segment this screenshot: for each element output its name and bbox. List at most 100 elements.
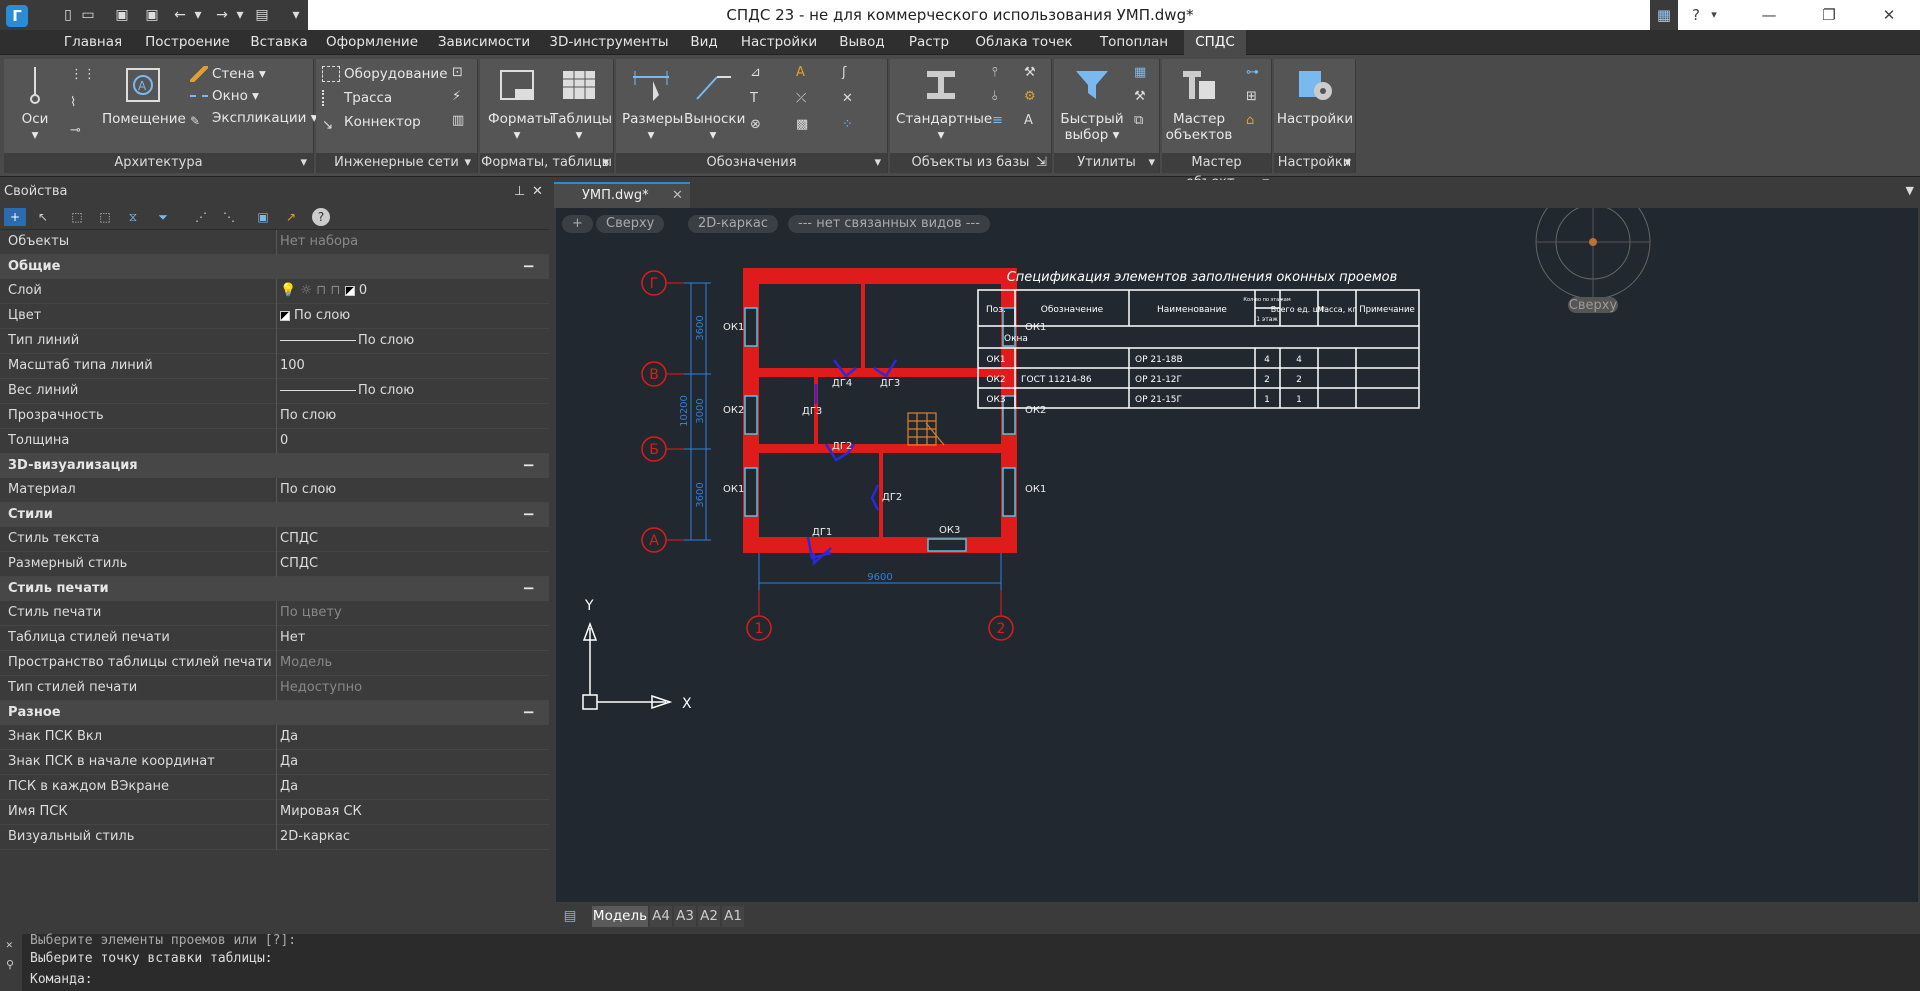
- help-button[interactable]: ?: [1684, 0, 1708, 30]
- property-value[interactable]: Да: [280, 754, 298, 769]
- property-row[interactable]: Масштаб типа линий 100: [0, 354, 549, 379]
- close-palette-icon[interactable]: ✕: [532, 180, 543, 204]
- select-similar-icon[interactable]: ⋰: [192, 208, 210, 226]
- panel-utilities-title[interactable]: Утилиты ▾: [1054, 153, 1159, 173]
- axes-button[interactable]: Оси ▾: [10, 65, 60, 143]
- link-util-icon[interactable]: ⧉: [1134, 113, 1152, 131]
- layout-list-icon[interactable]: ▤: [560, 906, 580, 927]
- master-tool-3-icon[interactable]: ⌂: [1246, 113, 1264, 131]
- property-value[interactable]: 0: [280, 433, 288, 448]
- tab-output[interactable]: Вывод: [834, 30, 890, 55]
- property-row[interactable]: Цвет По слою: [0, 304, 549, 329]
- collapse-icon[interactable]: −: [522, 257, 535, 275]
- dimensions-button[interactable]: Размеры ▾: [622, 65, 683, 143]
- property-row[interactable]: Слой 💡 ☼ ⊓ ⊓ 0: [0, 279, 549, 304]
- property-row[interactable]: Визуальный стиль 2D-каркас: [0, 825, 549, 850]
- property-value[interactable]: СПДС: [280, 556, 318, 571]
- break-line-icon[interactable]: ⤫: [796, 91, 814, 109]
- property-value[interactable]: По слою: [280, 383, 414, 398]
- axis-link-icon[interactable]: ⌇: [70, 95, 88, 113]
- section-header[interactable]: Разное −: [0, 701, 549, 725]
- fence-select-icon[interactable]: ⧖: [124, 208, 142, 226]
- tab-a4[interactable]: А4: [650, 906, 672, 927]
- property-row[interactable]: Размерный стиль СПДС: [0, 552, 549, 577]
- tab-insert[interactable]: Вставка: [246, 30, 312, 55]
- formats-button[interactable]: Форматы ▾: [488, 65, 553, 143]
- cmd-settings-icon[interactable]: ⚲: [6, 958, 14, 971]
- property-row[interactable]: Стиль текста СПДС: [0, 527, 549, 552]
- panel-architecture-title[interactable]: Архитектура ▾: [4, 153, 313, 173]
- doc-tab[interactable]: УМП.dwg* ✕: [554, 182, 690, 208]
- new-file-icon[interactable]: ▯: [60, 7, 76, 23]
- property-value[interactable]: По слою: [280, 408, 336, 423]
- tab-3d-tools[interactable]: 3D-инструменты: [546, 30, 672, 55]
- property-row[interactable]: Пространство таблицы стилей печати Модель: [0, 651, 549, 676]
- master-tool-2-icon[interactable]: ⊞: [1246, 89, 1264, 107]
- minimize-button[interactable]: —: [1746, 0, 1792, 30]
- shaft-icon[interactable]: ⚒: [1024, 65, 1042, 83]
- tab-a3[interactable]: А3: [674, 906, 696, 927]
- text-a-icon[interactable]: A: [796, 65, 814, 83]
- panel-engineering-title[interactable]: Инженерные сети ▾: [316, 153, 477, 173]
- eng-tool-2-icon[interactable]: ⚡: [452, 89, 470, 107]
- undo-dropdown-icon[interactable]: ▾: [190, 7, 206, 23]
- command-input[interactable]: Команда:: [30, 972, 1910, 987]
- property-value[interactable]: По слою: [280, 333, 414, 348]
- axis-mark-icon[interactable]: ⊸: [70, 123, 88, 141]
- property-row[interactable]: Толщина 0: [0, 429, 549, 454]
- hatch-icon[interactable]: ▩: [796, 117, 814, 135]
- property-value[interactable]: Модель: [280, 655, 332, 670]
- tab-settings[interactable]: Настройки: [736, 30, 822, 55]
- grid-axes-icon[interactable]: ⋮⋮: [70, 67, 96, 85]
- tab-spds[interactable]: СПДС: [1184, 30, 1246, 55]
- property-row[interactable]: Объекты Нет набора: [0, 230, 549, 255]
- window-select-icon[interactable]: ⬚: [68, 208, 86, 226]
- property-value[interactable]: Нет набора: [280, 234, 358, 249]
- collapse-icon[interactable]: −: [522, 505, 535, 523]
- property-value[interactable]: Да: [280, 729, 298, 744]
- nut-icon[interactable]: ⫰: [992, 89, 1010, 107]
- level-mark-icon[interactable]: ⊿: [750, 65, 768, 83]
- standard-button[interactable]: Стандартные ▾: [896, 65, 992, 143]
- gear-part-icon[interactable]: ⚙: [1024, 89, 1042, 107]
- section-header[interactable]: 3D-визуализация −: [0, 454, 549, 478]
- tab-view[interactable]: Вид: [684, 30, 724, 55]
- collapse-icon[interactable]: −: [522, 703, 535, 721]
- property-row[interactable]: Вес линий По слою: [0, 379, 549, 404]
- object-master-button[interactable]: Мастер объектов: [1164, 65, 1234, 143]
- help-dropdown-icon[interactable]: ▾: [1706, 0, 1722, 30]
- panel-base-objects-title[interactable]: Объекты из базы ⇲: [890, 153, 1051, 173]
- quick-props-icon[interactable]: ▣: [254, 208, 272, 226]
- property-row[interactable]: Имя ПСК Мировая СК: [0, 800, 549, 825]
- property-row[interactable]: Стиль печати По цвету: [0, 601, 549, 626]
- redo-icon[interactable]: →: [214, 7, 230, 23]
- pipe-icon[interactable]: ≡: [992, 113, 1010, 131]
- property-row[interactable]: Тип стилей печати Недоступно: [0, 676, 549, 701]
- grid-util-icon[interactable]: ▦: [1134, 65, 1152, 83]
- wall-button[interactable]: Стена ▾: [190, 63, 266, 85]
- node-icon[interactable]: ✕: [842, 91, 860, 109]
- tab-point-clouds[interactable]: Облака точек: [968, 30, 1080, 55]
- section-header[interactable]: Общие −: [0, 255, 549, 279]
- property-row[interactable]: Материал По слою: [0, 478, 549, 503]
- tab-build[interactable]: Построение: [140, 30, 235, 55]
- point-icon[interactable]: ⁘: [842, 117, 860, 135]
- help-icon[interactable]: ?: [312, 208, 330, 226]
- property-value[interactable]: Нет: [280, 630, 305, 645]
- property-value[interactable]: По цвету: [280, 605, 342, 620]
- select-objects-icon[interactable]: ↖: [34, 208, 52, 226]
- quick-select-button[interactable]: Быстрый выбор ▾: [1056, 65, 1128, 143]
- tab-constraints[interactable]: Зависимости: [434, 30, 534, 55]
- room-button[interactable]: A Помещение: [102, 65, 186, 127]
- qat-more-icon[interactable]: ▾: [288, 7, 304, 23]
- property-value[interactable]: СПДС: [280, 531, 318, 546]
- panel-formats-title[interactable]: Форматы, таблицы ▾: [480, 153, 613, 173]
- tab-home[interactable]: Главная: [58, 30, 128, 55]
- collapse-icon[interactable]: −: [522, 456, 535, 474]
- leaders-button[interactable]: Выноски ▾: [684, 65, 745, 143]
- close-window-button[interactable]: ✕: [1866, 0, 1912, 30]
- doc-tab-close-icon[interactable]: ✕: [672, 188, 683, 203]
- property-value[interactable]: Мировая СК: [280, 804, 362, 819]
- property-value[interactable]: Да: [280, 779, 298, 794]
- tool-util-icon[interactable]: ⚒: [1134, 89, 1152, 107]
